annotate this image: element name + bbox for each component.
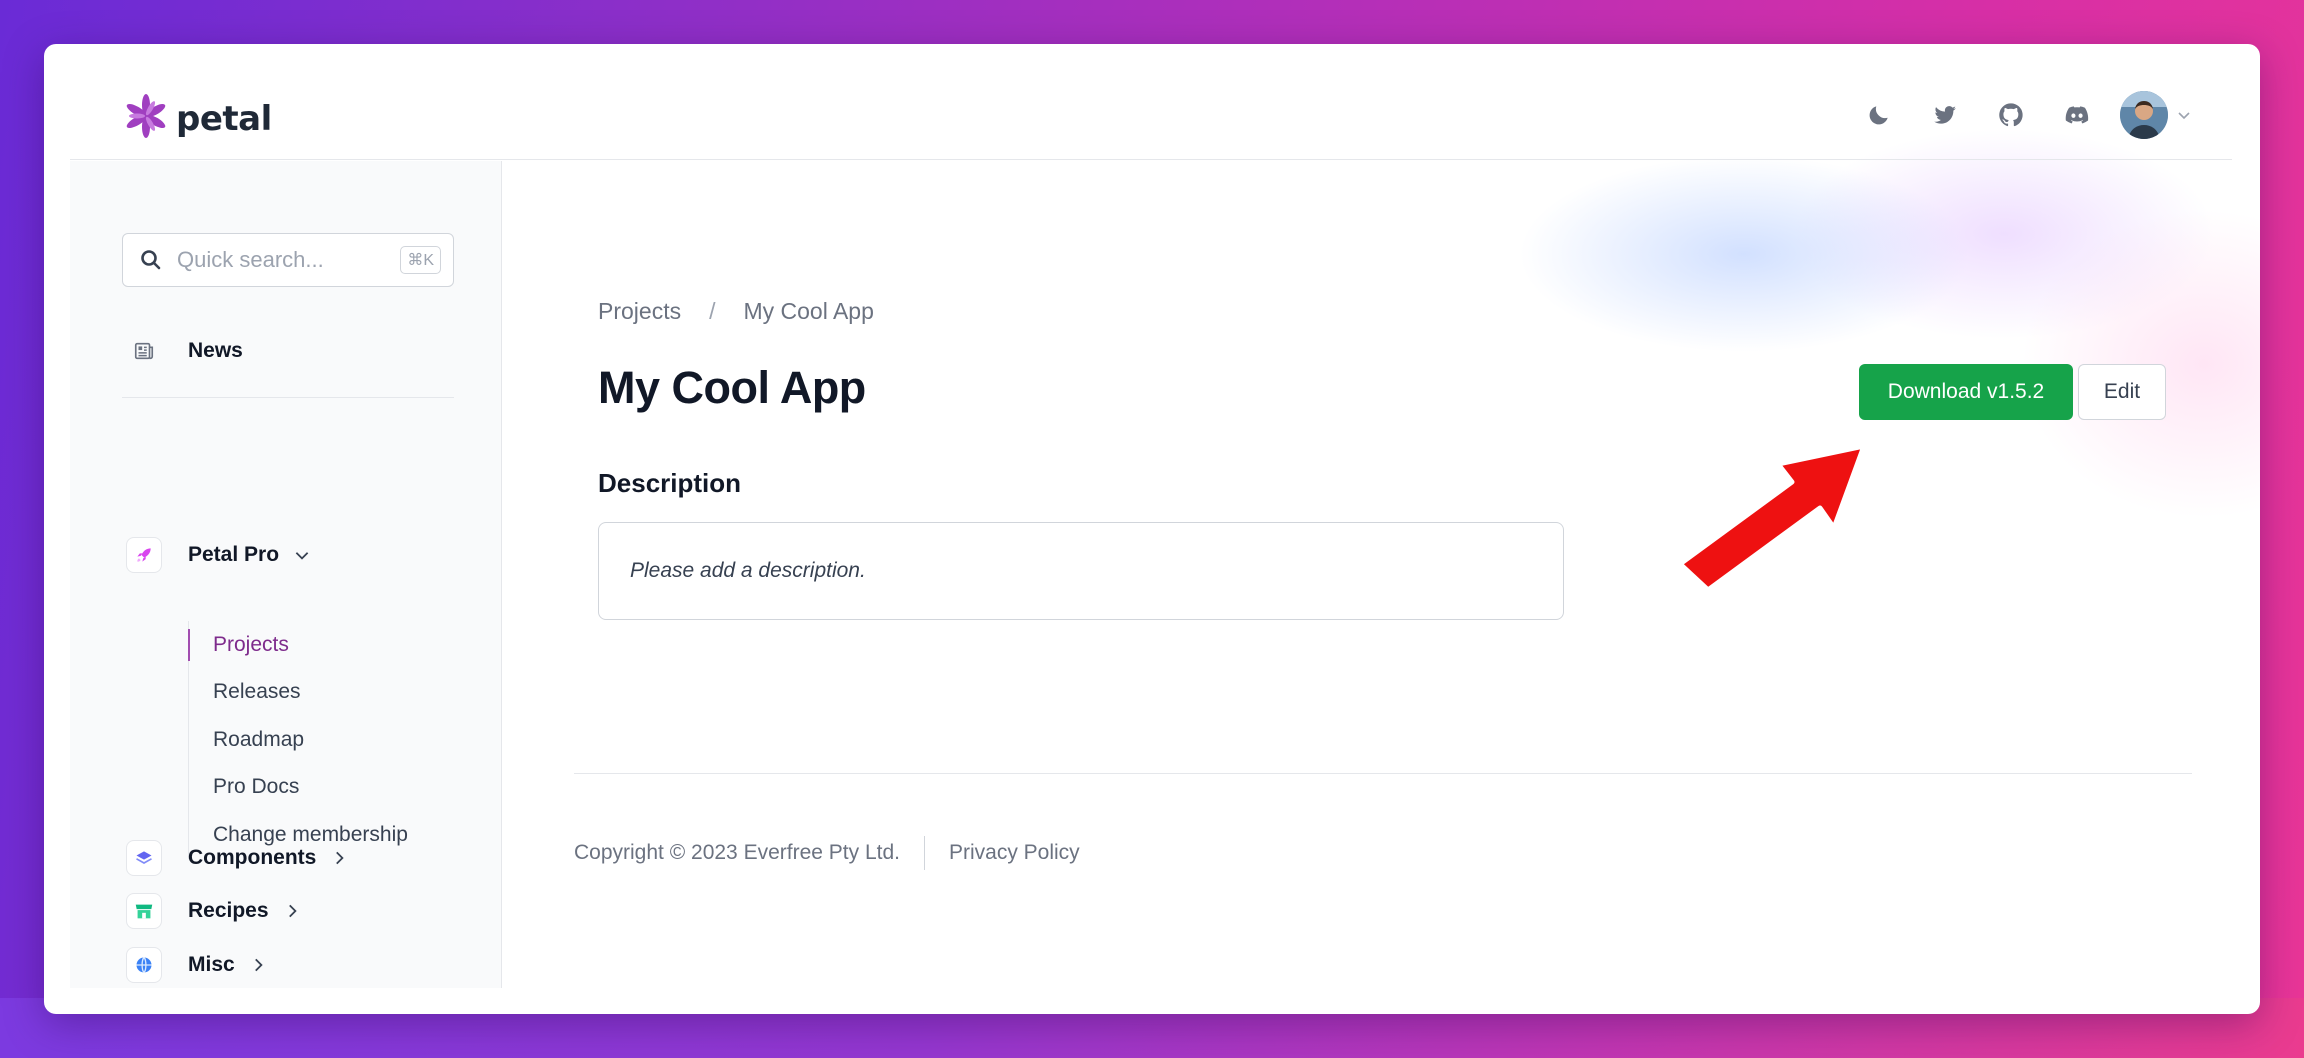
sidebar-item-projects[interactable]: Projects <box>188 621 408 669</box>
sidebar-divider <box>122 397 454 398</box>
breadcrumb-current[interactable]: My Cool App <box>743 298 873 325</box>
sidebar-group-label: Components <box>188 846 317 869</box>
store-icon <box>126 893 162 929</box>
sidebar-item-releases[interactable]: Releases <box>189 669 408 717</box>
sidebar-item-news[interactable]: News <box>126 333 243 369</box>
search-icon <box>139 248 163 272</box>
app-window: petal Quick search... ⌘K News Petal Pro … <box>44 44 2260 1014</box>
sidebar-group-label: Petal Pro <box>188 543 280 566</box>
sidebar-group-label: Misc <box>188 953 235 976</box>
breadcrumb: Projects / My Cool App <box>598 298 874 325</box>
newspaper-icon <box>126 333 162 369</box>
logo-text: petal <box>176 98 272 139</box>
footer: Copyright © 2023 Everfree Pty Ltd. Priva… <box>574 836 1080 870</box>
header-actions <box>1846 90 2192 140</box>
chevron-down-icon <box>293 546 311 564</box>
search-placeholder: Quick search... <box>177 247 324 272</box>
description-heading: Description <box>598 468 742 498</box>
rocket-icon <box>126 537 162 573</box>
footer-divider <box>574 773 2192 774</box>
petal-pro-subnav: Projects Releases Roadmap Pro Docs Chang… <box>188 621 408 859</box>
logo[interactable]: petal <box>122 92 272 145</box>
chevron-down-icon <box>2176 107 2192 123</box>
chevron-right-icon <box>249 956 267 974</box>
github-icon[interactable] <box>1978 90 2044 140</box>
privacy-policy-link[interactable]: Privacy Policy <box>949 841 1080 865</box>
description-text: Please add a description. <box>630 559 866 582</box>
petal-flower-icon <box>122 92 170 145</box>
moon-icon[interactable] <box>1846 90 1912 140</box>
sidebar-group-recipes[interactable]: Recipes <box>126 893 301 929</box>
copyright-text: Copyright © 2023 Everfree Pty Ltd. <box>574 841 900 864</box>
chevron-right-icon <box>283 902 301 920</box>
breadcrumb-separator: / <box>709 298 716 324</box>
edit-button[interactable]: Edit <box>2078 364 2166 420</box>
sidebar-item-pro-docs[interactable]: Pro Docs <box>189 764 408 812</box>
discord-icon[interactable] <box>2044 90 2110 140</box>
top-header: petal <box>70 70 2232 160</box>
description-box: Please add a description. <box>598 522 1564 620</box>
download-button[interactable]: Download v1.5.2 <box>1859 364 2073 420</box>
red-arrow-annotation <box>1677 443 1867 593</box>
sidebar-group-misc[interactable]: Misc <box>126 947 267 983</box>
chevron-right-icon <box>330 849 348 867</box>
breadcrumb-projects-link[interactable]: Projects <box>598 298 681 325</box>
globe-icon <box>126 947 162 983</box>
sidebar-group-petal-pro[interactable]: Petal Pro <box>126 537 311 573</box>
sidebar-group-components[interactable]: Components <box>126 840 348 876</box>
layers-icon <box>126 840 162 876</box>
footer-separator <box>923 836 925 870</box>
user-menu[interactable] <box>2120 91 2192 139</box>
twitter-icon[interactable] <box>1912 90 1978 140</box>
sidebar: Quick search... ⌘K News Petal Pro Projec… <box>70 161 502 988</box>
search-shortcut-badge: ⌘K <box>400 246 441 274</box>
sidebar-item-roadmap[interactable]: Roadmap <box>189 716 408 764</box>
page-title: My Cool App <box>598 362 866 413</box>
sidebar-group-label: Recipes <box>188 899 269 922</box>
search-input[interactable]: Quick search... ⌘K <box>122 233 454 287</box>
sidebar-item-label: News <box>188 339 243 362</box>
avatar <box>2120 91 2168 139</box>
